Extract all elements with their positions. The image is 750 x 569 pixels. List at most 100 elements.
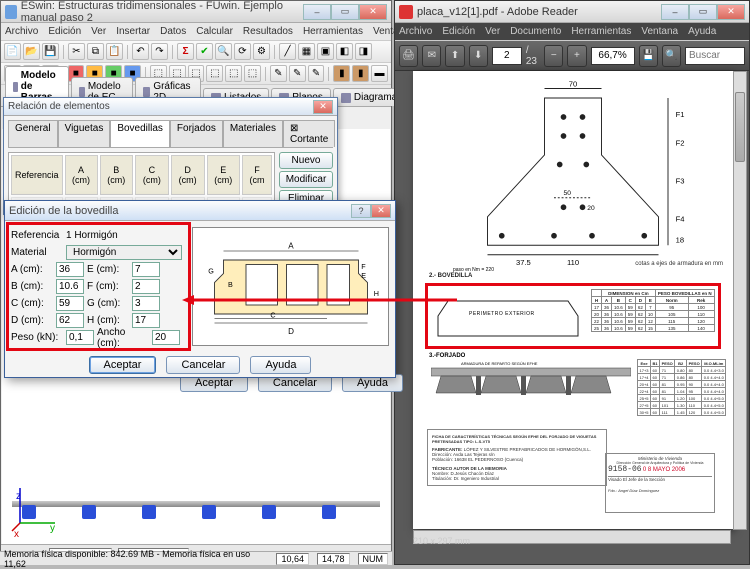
relwin-titlebar[interactable]: Relación de elementos ✕ bbox=[4, 98, 337, 116]
c-input[interactable] bbox=[56, 296, 84, 311]
svg-text:G: G bbox=[208, 266, 214, 275]
page-input[interactable] bbox=[492, 47, 522, 65]
editwin-help-icon[interactable]: ? bbox=[351, 204, 371, 218]
save-icon[interactable]: 💾 bbox=[42, 43, 59, 60]
relwin-tab-viguetas[interactable]: Viguetas bbox=[58, 120, 111, 147]
line-icon[interactable]: ╱ bbox=[279, 43, 296, 60]
redo-icon[interactable]: ↷ bbox=[151, 43, 168, 60]
vertical-scrollbar[interactable] bbox=[733, 71, 747, 530]
print-icon[interactable]: 🖨 bbox=[399, 45, 418, 67]
search-input[interactable] bbox=[685, 47, 745, 65]
f-input[interactable] bbox=[132, 279, 160, 294]
pencil-icon[interactable]: ✎ bbox=[270, 65, 287, 82]
next-page-icon[interactable]: ⬇ bbox=[469, 45, 488, 67]
fuwin-titlebar[interactable]: ESwin: Estructuras tridimensionales - FU… bbox=[1, 1, 391, 23]
col-icon[interactable]: ▮ bbox=[333, 65, 350, 82]
close-button[interactable]: ✕ bbox=[359, 4, 387, 20]
prev-page-icon[interactable]: ⬆ bbox=[445, 45, 464, 67]
check-icon[interactable]: ✔ bbox=[196, 43, 213, 60]
forjado-table: ExeB1PESOB2PESOM.O.MLim 17+360710.80800.… bbox=[637, 359, 726, 416]
reader-minimize-button[interactable]: – bbox=[661, 4, 689, 20]
nuevo-button[interactable]: Nuevo bbox=[279, 152, 333, 169]
undo-icon[interactable]: ↶ bbox=[132, 43, 149, 60]
pencil2-icon[interactable]: ✎ bbox=[289, 65, 306, 82]
cube6-icon[interactable]: ⬚ bbox=[244, 65, 261, 82]
peso-input[interactable] bbox=[66, 330, 94, 345]
wall-icon[interactable]: ▬ bbox=[371, 65, 388, 82]
svg-text:F2: F2 bbox=[676, 139, 685, 148]
maximize-button[interactable]: ▭ bbox=[331, 4, 359, 20]
menu-calcular[interactable]: Calcular bbox=[196, 26, 233, 37]
b-input[interactable] bbox=[56, 279, 84, 294]
modificar-button[interactable]: Modificar bbox=[279, 171, 333, 188]
relwin-tab-cortante[interactable]: ⊠ Cortante bbox=[283, 120, 335, 147]
editwin-close-icon[interactable]: ✕ bbox=[371, 204, 391, 218]
refresh-icon[interactable]: ⟳ bbox=[234, 43, 251, 60]
material-select[interactable]: Hormigón bbox=[66, 245, 182, 260]
rmenu-ayuda[interactable]: Ayuda bbox=[688, 26, 716, 37]
ancho-input[interactable] bbox=[152, 330, 180, 345]
rmenu-archivo[interactable]: Archivo bbox=[399, 26, 432, 37]
zoom-in-icon[interactable]: + bbox=[567, 45, 586, 67]
relwin-close-icon[interactable]: ✕ bbox=[313, 100, 333, 114]
svg-text:C: C bbox=[270, 310, 275, 319]
cube5-icon[interactable]: ⬚ bbox=[225, 65, 242, 82]
editwin-titlebar[interactable]: Edición de la bovedilla ? ✕ bbox=[5, 201, 395, 221]
a-input[interactable] bbox=[56, 262, 84, 277]
rmenu-herramientas[interactable]: Herramientas bbox=[571, 26, 631, 37]
g-input[interactable] bbox=[132, 296, 160, 311]
fuwin-menubar: Archivo Edición Ver Insertar Datos Calcu… bbox=[1, 23, 391, 41]
e-input[interactable] bbox=[132, 262, 160, 277]
ayuda-button[interactable]: Ayuda bbox=[250, 356, 311, 374]
cotas-note: cotas a ejes de armadura en mm bbox=[635, 261, 723, 267]
search-icon[interactable]: 🔍 bbox=[215, 43, 232, 60]
relwin-tab-bovedillas[interactable]: Bovedillas bbox=[110, 120, 170, 147]
menu-archivo[interactable]: Archivo bbox=[5, 26, 38, 37]
misc-icon[interactable]: ◧ bbox=[336, 43, 353, 60]
relwin-tab-general[interactable]: General bbox=[8, 120, 58, 147]
edicion-bovedilla-dialog[interactable]: Edición de la bovedilla ? ✕ Referencia1 … bbox=[4, 200, 396, 378]
cube4-icon[interactable]: ⬚ bbox=[206, 65, 223, 82]
menu-insertar[interactable]: Insertar bbox=[116, 26, 150, 37]
new-icon[interactable]: 📄 bbox=[4, 43, 21, 60]
d-input[interactable] bbox=[56, 313, 84, 328]
relacion-elementos-dialog[interactable]: Relación de elementos ✕ General Viguetas… bbox=[3, 97, 338, 215]
menu-herramientas[interactable]: Herramientas bbox=[303, 26, 363, 37]
menu-datos[interactable]: Datos bbox=[160, 26, 186, 37]
sigma-icon[interactable]: Σ bbox=[177, 43, 194, 60]
open-icon[interactable]: 📂 bbox=[23, 43, 40, 60]
paste-icon[interactable]: 📋 bbox=[106, 43, 123, 60]
rmenu-documento[interactable]: Documento bbox=[510, 26, 561, 37]
minimize-button[interactable]: – bbox=[303, 4, 331, 20]
mail-icon[interactable]: ✉ bbox=[422, 45, 441, 67]
menu-resultados[interactable]: Resultados bbox=[243, 26, 293, 37]
rmenu-ver[interactable]: Ver bbox=[485, 26, 500, 37]
find-icon[interactable]: 🔍 bbox=[662, 45, 681, 67]
pencil3-icon[interactable]: ✎ bbox=[308, 65, 325, 82]
relwin-tab-forjados[interactable]: Forjados bbox=[170, 120, 223, 147]
zoom-input[interactable] bbox=[591, 47, 635, 65]
col2-icon[interactable]: ▮ bbox=[352, 65, 369, 82]
reader-maximize-button[interactable]: ▭ bbox=[689, 4, 717, 20]
copy-icon[interactable]: ⧉ bbox=[87, 43, 104, 60]
grid-icon[interactable]: ▦ bbox=[298, 43, 315, 60]
cut-icon[interactable]: ✂ bbox=[68, 43, 85, 60]
reader-close-button[interactable]: ✕ bbox=[717, 4, 745, 20]
misc2-icon[interactable]: ◨ bbox=[355, 43, 372, 60]
svg-text:F4: F4 bbox=[676, 215, 685, 224]
tab-icon bbox=[143, 87, 151, 97]
save-copy-icon[interactable]: 💾 bbox=[639, 45, 658, 67]
relwin-tab-materiales[interactable]: Materiales bbox=[223, 120, 283, 147]
rmenu-ventana[interactable]: Ventana bbox=[641, 26, 678, 37]
zoom-out-icon[interactable]: − bbox=[544, 45, 563, 67]
aceptar-button[interactable]: Aceptar bbox=[89, 356, 157, 374]
pdf-page[interactable]: 70 F1 F2 F3 F4 18 37.5 110 50 20 paso en… bbox=[413, 71, 733, 529]
rmenu-edicion[interactable]: Edición bbox=[442, 26, 475, 37]
menu-ver[interactable]: Ver bbox=[91, 26, 106, 37]
cancelar-button[interactable]: Cancelar bbox=[166, 356, 240, 374]
bovedilla-dim-table: DIMENSION en CmPESO BOVEDILLAS en N HABC… bbox=[591, 289, 715, 332]
menu-edicion[interactable]: Edición bbox=[48, 26, 81, 37]
reader-titlebar[interactable]: placa_v12[1].pdf - Adobe Reader – ▭ ✕ bbox=[395, 1, 749, 23]
node-icon[interactable]: ▣ bbox=[317, 43, 334, 60]
gear-icon[interactable]: ⚙ bbox=[253, 43, 270, 60]
